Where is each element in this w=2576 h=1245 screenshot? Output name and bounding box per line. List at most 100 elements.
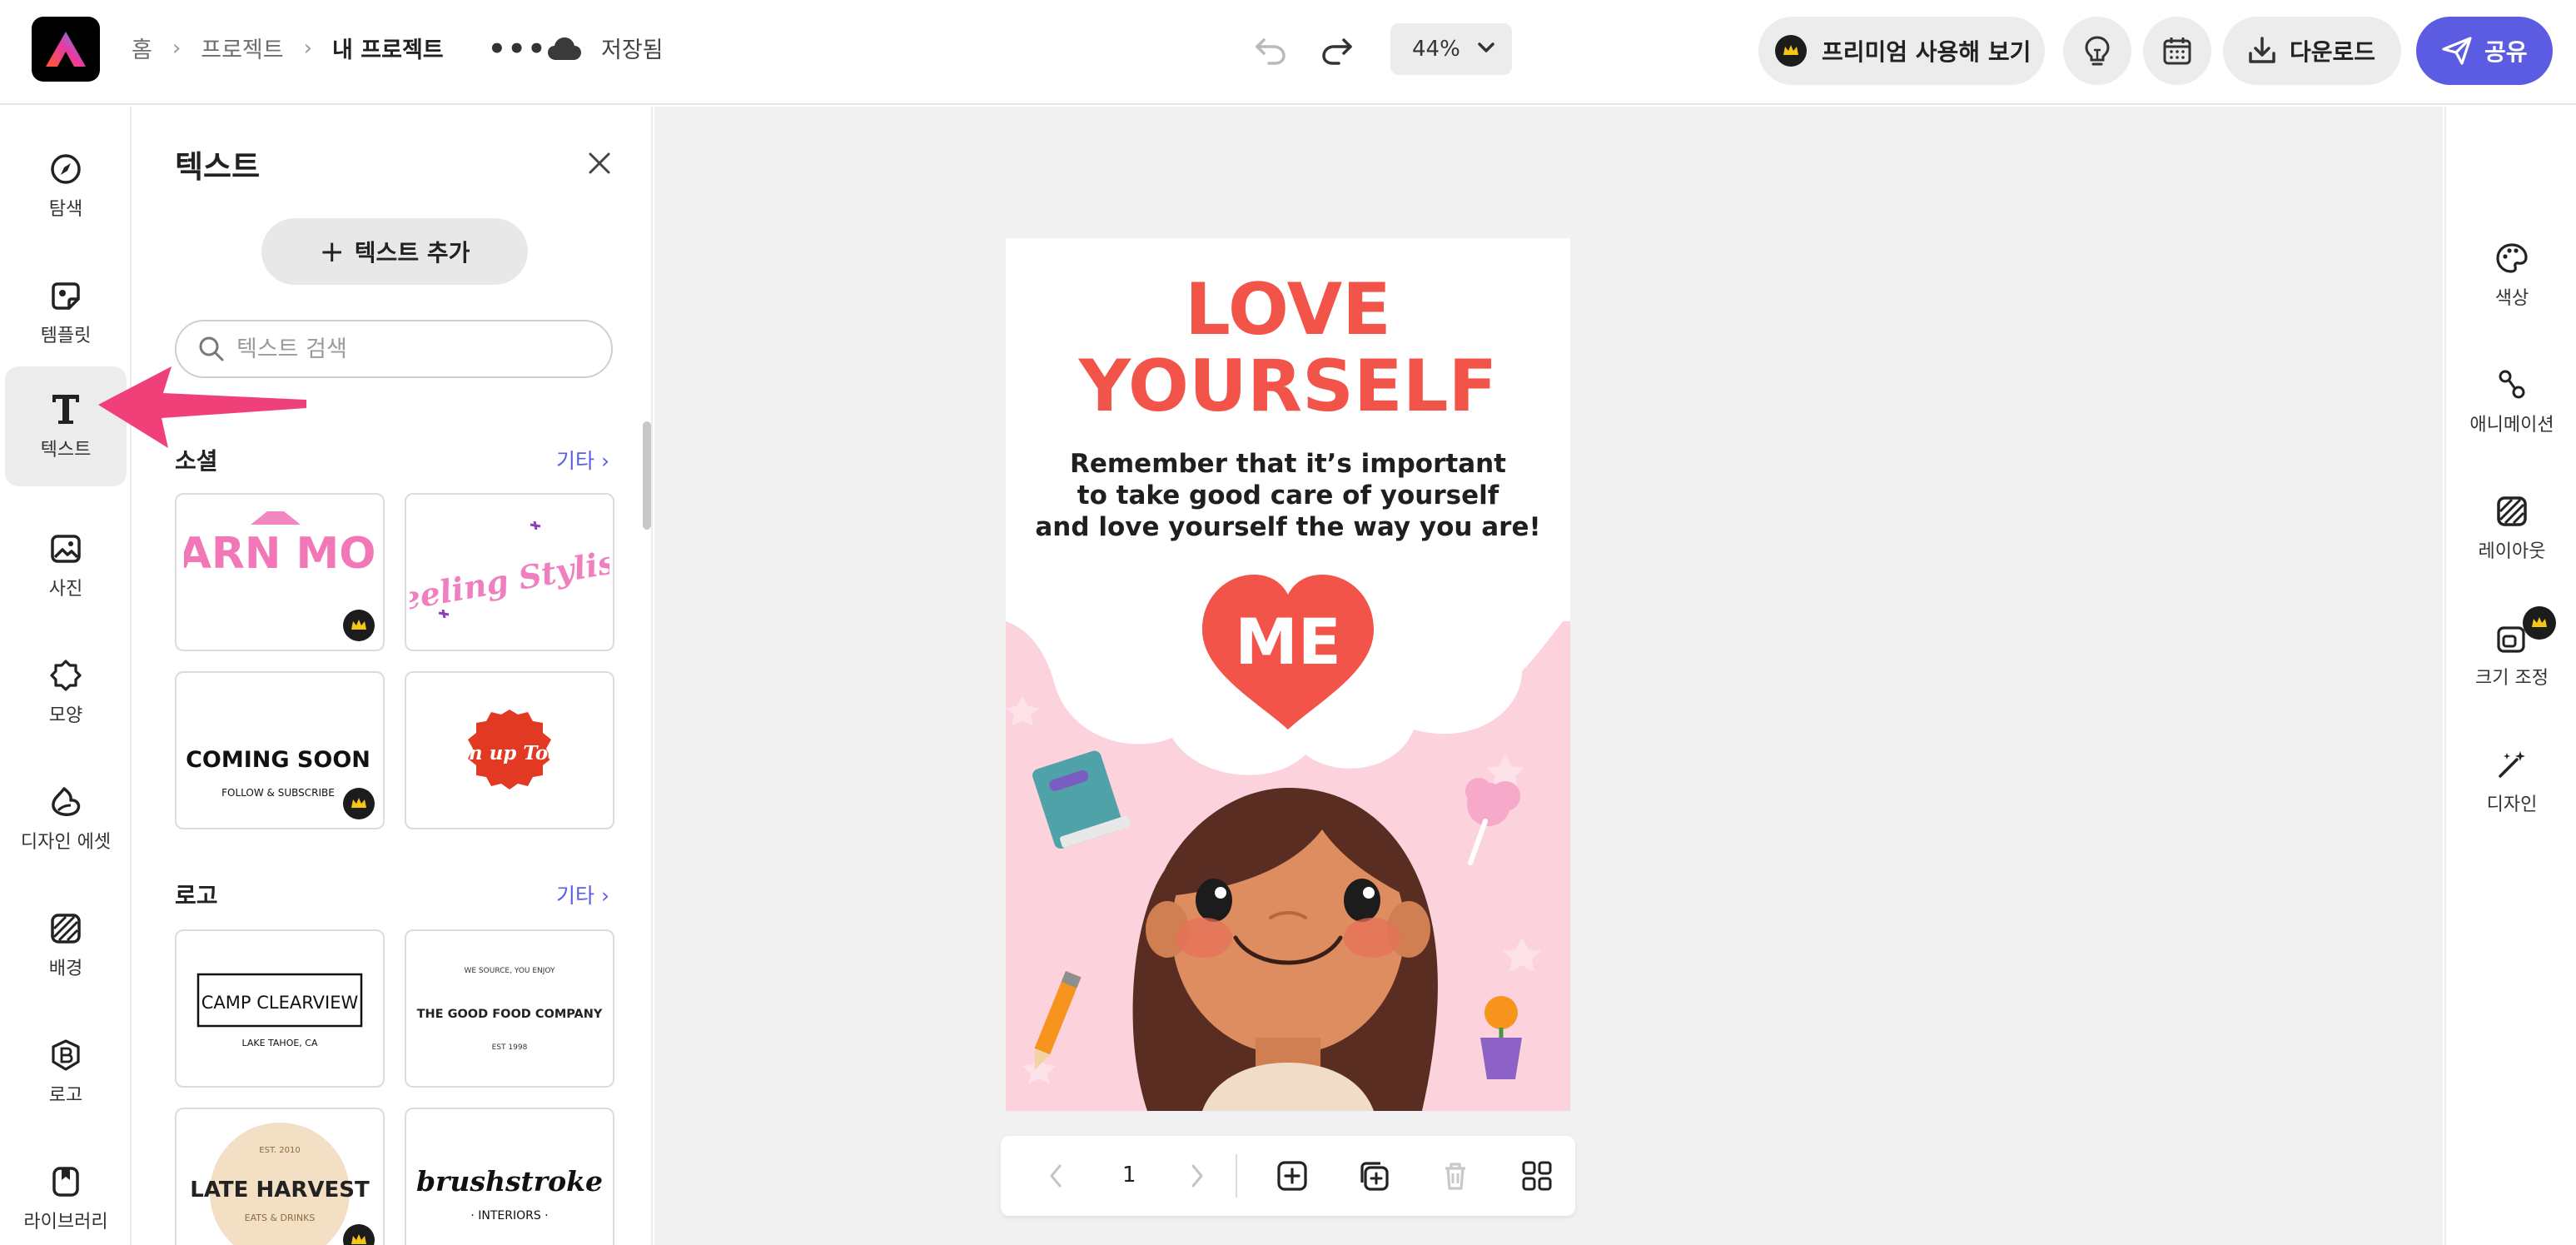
rail-label-shapes: 모양 (48, 705, 83, 726)
share-label: 공유 (2484, 38, 2528, 66)
chevron-right-icon: › (303, 35, 313, 61)
social-template-feeling-stylish[interactable]: Feeling Stylish (405, 493, 614, 651)
download-label: 다운로드 (2290, 38, 2376, 66)
schedule-button[interactable] (2143, 17, 2211, 85)
panel-title: 텍스트 (175, 149, 261, 185)
sign-up-today-graphic: Sign up Today (434, 710, 586, 789)
rail-item-background[interactable]: 배경 (5, 886, 127, 1006)
share-button[interactable]: 공유 (2416, 17, 2553, 85)
camp-clearview-word: CAMP CLEARVIEW (201, 993, 359, 1013)
rr-item-layout[interactable]: 레이아웃 (2446, 475, 2576, 583)
breadcrumb-projects[interactable]: 프로젝트 (201, 32, 283, 64)
chevron-right-icon: › (600, 884, 609, 908)
redo-icon[interactable] (1319, 32, 1355, 68)
saved-status: 저장됨 (601, 37, 664, 63)
express-a-icon (46, 32, 86, 67)
late-harvest-graphic: EST. 2010 LATE HARVEST EATS & DRINKS (190, 1123, 370, 1245)
rr-item-color[interactable]: 색상 (2446, 222, 2576, 330)
poster-title-love[interactable]: LOVE (1006, 270, 1570, 350)
template-icon (52, 282, 80, 310)
rr-item-design[interactable]: 디자인 (2446, 728, 2576, 836)
send-icon (2442, 37, 2472, 65)
zoom-value: 44% (1412, 37, 1460, 62)
grid-view-icon[interactable] (1520, 1159, 1554, 1193)
rail-item-design-assets[interactable]: 디자인 에셋 (5, 759, 127, 879)
sign-up-word: Sign up Today (434, 742, 586, 764)
brushstroke-graphic: brushstroke · INTERIORS · (416, 1165, 603, 1223)
feeling-stylish-graphic: Feeling Stylish (410, 520, 609, 621)
coming-soon-word: COMING SOON (186, 747, 370, 773)
try-premium-button[interactable]: 프리미엄 사용해 보기 (1758, 17, 2045, 85)
duplicate-page-icon[interactable] (1357, 1159, 1390, 1193)
compass-icon (51, 154, 81, 184)
rail-item-explore[interactable]: 탐색 (5, 127, 127, 247)
rail-item-templates[interactable]: 템플릿 (5, 253, 127, 373)
previous-page-icon[interactable] (1047, 1163, 1064, 1189)
rail-label-background: 배경 (48, 959, 83, 979)
premium-crown-icon (2523, 606, 2556, 640)
canvas-area: LOVE YOURSELF Remember that it’s importa… (654, 107, 2443, 1245)
rr-item-resize[interactable]: 크기 조정 (2446, 601, 2576, 710)
logo-template-good-food-company[interactable]: WE SOURCE, YOU ENJOY THE GOOD FOOD COMPA… (405, 929, 614, 1088)
learn-word: LEARN MORE (184, 529, 375, 579)
camp-clearview-graphic: CAMP CLEARVIEW LAKE TAHOE, CA (196, 973, 363, 1048)
social-template-learn-more[interactable]: LEARN MORE (175, 493, 385, 651)
adobe-express-logo[interactable] (32, 17, 100, 82)
chevron-right-icon: › (600, 449, 609, 473)
undo-icon[interactable] (1252, 32, 1289, 68)
rail-label-text: 텍스트 (40, 440, 92, 461)
breadcrumb: 홈 › 프로젝트 › 내 프로젝트 (132, 32, 444, 64)
logo-template-late-harvest[interactable]: EST. 2010 LATE HARVEST EATS & DRINKS (175, 1108, 385, 1245)
page-navigator: 1 (1001, 1136, 1575, 1216)
premium-label: 프리미엄 사용해 보기 (1822, 38, 2031, 66)
page-number: 1 (1122, 1163, 1136, 1188)
palette-icon (2496, 243, 2528, 273)
design-assets-icon (52, 787, 81, 816)
coming-soon-sub: FOLLOW & SUBSCRIBE (221, 787, 335, 799)
close-icon[interactable] (588, 152, 611, 175)
rail-item-library[interactable]: 라이브러리 (5, 1139, 127, 1245)
poster-body-line: Remember that it’s important (1069, 449, 1507, 479)
next-page-icon[interactable] (1189, 1163, 1206, 1189)
more-link-label: 기타 (556, 884, 595, 908)
add-page-icon[interactable] (1276, 1159, 1309, 1193)
rr-label-design: 디자인 (2486, 794, 2538, 815)
photo-icon (51, 535, 81, 563)
good-food-top: WE SOURCE, YOU ENJOY (464, 967, 555, 975)
panel-scrollbar[interactable] (643, 421, 651, 530)
design-page[interactable]: LOVE YOURSELF Remember that it’s importa… (1006, 238, 1570, 1111)
download-icon (2249, 37, 2275, 63)
good-food-graphic: WE SOURCE, YOU ENJOY THE GOOD FOOD COMPA… (417, 967, 603, 1052)
text-panel: 텍스트 + 텍스트 추가 소셜 기타 › LEARN MORE Feeling … (133, 107, 653, 1245)
delete-page-icon[interactable] (1439, 1159, 1472, 1193)
library-icon (52, 1167, 79, 1197)
social-template-coming-soon[interactable]: COMING SOON FOLLOW & SUBSCRIBE (175, 671, 385, 829)
lightbulb-button[interactable] (2063, 17, 2131, 85)
add-text-label: 텍스트 추가 (354, 239, 470, 266)
rr-item-animation[interactable]: 애니메이션 (2446, 348, 2576, 456)
rail-item-photos[interactable]: 사진 (5, 506, 127, 626)
left-tool-rail: 탐색 템플릿 텍스트 사진 모양 디자인 에셋 배경 로고 라이브러리 (0, 107, 132, 1245)
social-more-link[interactable]: 기타 › (556, 445, 609, 475)
logo-template-brushstroke[interactable]: brushstroke · INTERIORS · (405, 1108, 614, 1245)
feeling-stylish-word: Feeling Stylish (410, 539, 609, 621)
poster-title-yourself[interactable]: YOURSELF (1006, 346, 1570, 426)
heart-text[interactable]: ME (1201, 605, 1375, 679)
crown-icon (1775, 35, 1807, 67)
rail-item-logo[interactable]: 로고 (5, 1013, 127, 1133)
breadcrumb-current[interactable]: 내 프로젝트 (332, 32, 444, 64)
more-options-button[interactable]: ••• (488, 35, 547, 63)
rail-item-shapes[interactable]: 모양 (5, 633, 127, 753)
add-text-button[interactable]: + 텍스트 추가 (261, 218, 528, 285)
layout-icon (2497, 496, 2527, 526)
social-template-sign-up-today[interactable]: Sign up Today (405, 671, 614, 829)
logo-more-link[interactable]: 기타 › (556, 879, 609, 909)
rail-label-design-assets: 디자인 에셋 (20, 832, 112, 853)
chevron-down-icon (1478, 42, 1494, 52)
breadcrumb-home[interactable]: 홈 (132, 32, 152, 64)
zoom-select[interactable]: 44% (1390, 23, 1512, 75)
download-button[interactable]: 다운로드 (2223, 17, 2401, 85)
poster-body-text[interactable]: Remember that it’s important to take goo… (1006, 448, 1570, 543)
logo-template-camp-clearview[interactable]: CAMP CLEARVIEW LAKE TAHOE, CA (175, 929, 385, 1088)
good-food-sub: EST 1998 (492, 1043, 528, 1052)
